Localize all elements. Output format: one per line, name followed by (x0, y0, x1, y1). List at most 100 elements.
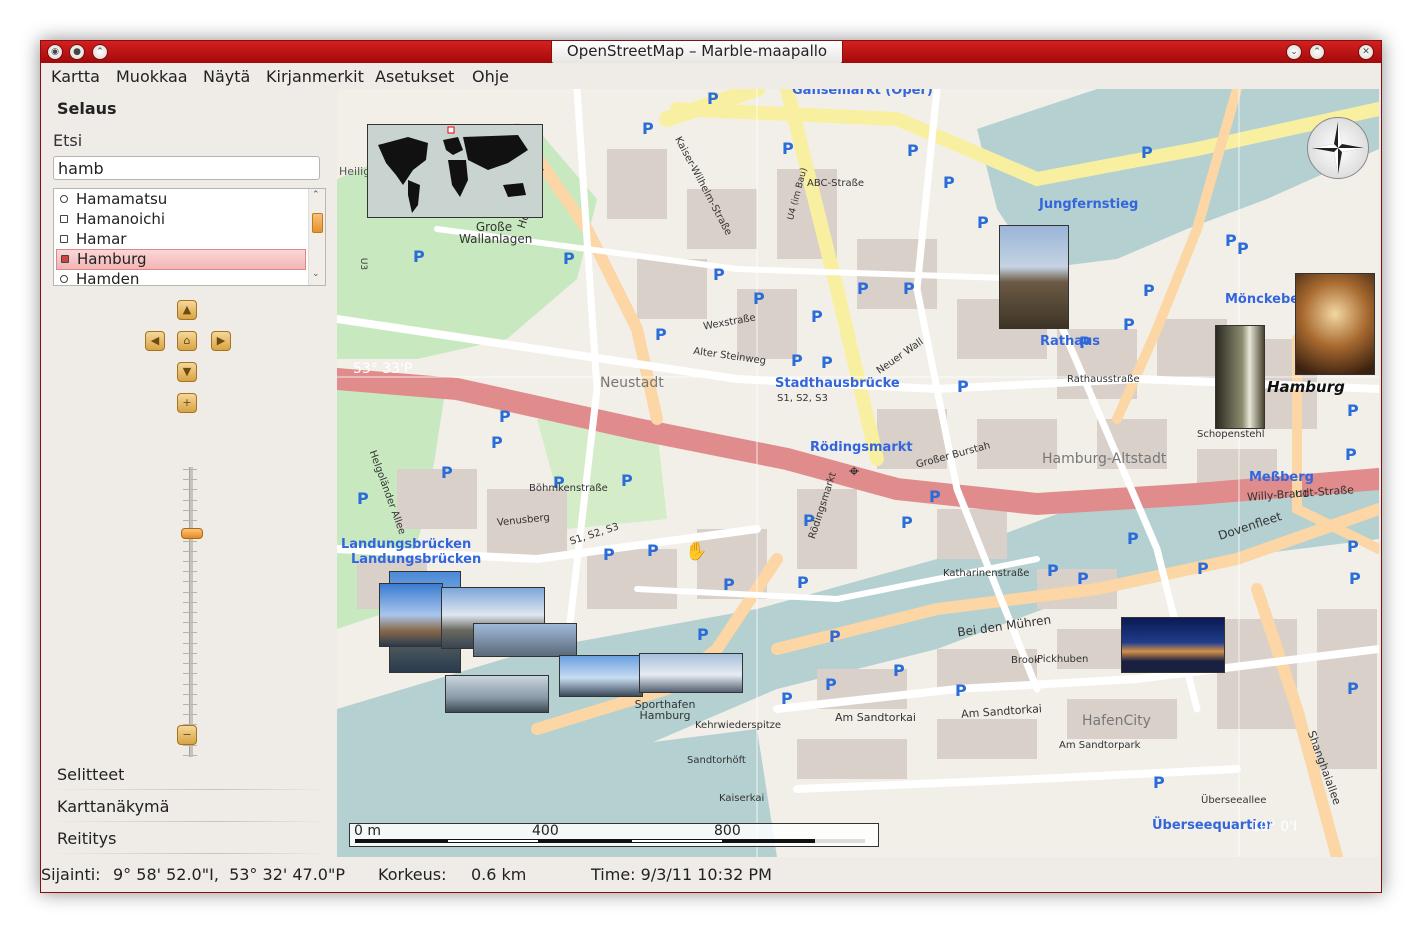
search-results-list[interactable]: Hamamatsu Hamanoichi Hamar Hamburg Hamde… (53, 188, 326, 286)
photo-thumbnail-harbor[interactable] (379, 583, 443, 647)
parking-icon: P (1197, 559, 1209, 578)
parking-icon: P (655, 325, 667, 344)
photo-thumbnail-interior[interactable] (1295, 273, 1375, 375)
parking-icon: P (499, 407, 511, 426)
zoom-out-button[interactable]: − (177, 725, 197, 745)
scale-segment (539, 839, 631, 843)
district-label: Hamburg-Altstadt (1042, 451, 1167, 467)
zoom-slider-handle[interactable] (181, 527, 203, 539)
photo-thumbnail-city-hall[interactable] (999, 225, 1069, 329)
parking-icon: P (907, 141, 919, 160)
parking-icon: P (413, 247, 425, 266)
district-label: Neustadt (600, 375, 664, 391)
maximize-icon[interactable]: ⌃ (1309, 44, 1325, 60)
scale-segment (723, 839, 815, 843)
menu-kirjanmerkit[interactable]: Kirjanmerkit (266, 67, 364, 86)
map-view[interactable]: P P P P P P P P P P P P P P P P P P P P P P P P P P P P P P P P P P P P P P P P… (337, 89, 1379, 857)
zoom-tick (183, 469, 197, 470)
zoom-tick (183, 622, 197, 624)
zoom-tick (183, 755, 197, 756)
zoom-tick (183, 601, 197, 603)
status-bar: Sijainti: 9° 58' 52.0"I, 53° 32' 47.0"P … (41, 859, 1381, 892)
keep-above-icon[interactable]: ● (69, 44, 85, 60)
parking-icon: P (782, 139, 794, 158)
photo-thumbnail-harbor[interactable] (445, 675, 549, 713)
altitude-label: Korkeus: (378, 865, 447, 884)
list-item[interactable]: Hamanoichi (56, 210, 304, 229)
divider (47, 821, 329, 822)
parking-icon: P (825, 675, 837, 694)
place-label: Landungsbrücken (351, 552, 482, 567)
list-item[interactable]: Hamden (56, 270, 304, 285)
window-menu-icon[interactable]: ◉ (47, 44, 63, 60)
chevron-down-icon[interactable]: ⌄ (312, 269, 320, 279)
district-label: HafenCity (1082, 713, 1151, 729)
parking-icon: P (1345, 445, 1357, 464)
shade-icon[interactable]: ⌃ (92, 44, 108, 60)
photo-thumbnail-harbor[interactable] (559, 655, 643, 697)
zoom-tick (183, 479, 197, 481)
longitude-label: 10° 0'I (1251, 819, 1298, 835)
parking-icon: P (797, 573, 809, 592)
pan-left-button[interactable]: ◀ (145, 331, 165, 351)
zoom-in-button[interactable]: + (177, 393, 197, 413)
panel-routing-label: Reititys (57, 829, 117, 848)
photo-thumbnail-harbor[interactable] (473, 623, 577, 657)
zoom-in-icon: + (182, 396, 192, 409)
parking-icon: P (901, 513, 913, 532)
main-window: ◉ ● ⌃ OpenStreetMap – Marble-maapallo ⌄ … (40, 40, 1382, 893)
list-item[interactable]: Hamamatsu (56, 190, 304, 209)
scrollbar-thumb[interactable] (312, 213, 323, 233)
parking-icon: P (563, 249, 575, 268)
position-crosshair-icon: ⌖ (849, 461, 860, 482)
parking-icon: P (603, 545, 615, 564)
divider (47, 853, 329, 854)
search-input[interactable]: hamb (53, 156, 320, 180)
place-label: Rathaus (1040, 334, 1101, 349)
pan-up-button[interactable]: ▲ (177, 300, 197, 320)
zoom-tick (183, 509, 197, 511)
close-icon[interactable]: ✕ (1358, 44, 1374, 60)
photo-thumbnail-speicherstadt[interactable] (1121, 617, 1225, 673)
zoom-tick (183, 632, 197, 634)
scale-label: 800 (714, 823, 741, 839)
location-value: 9° 58' 52.0"I, 53° 32' 47.0"P (113, 865, 345, 884)
parking-icon: P (1237, 239, 1249, 258)
minimize-icon[interactable]: ⌄ (1286, 44, 1302, 60)
parking-icon: P (707, 89, 719, 108)
menu-ohje[interactable]: Ohje (472, 67, 509, 86)
list-item-selected[interactable]: Hamburg (56, 249, 306, 270)
parking-icon: P (357, 489, 369, 508)
arrow-down-icon: ▼ (182, 365, 192, 378)
list-item-label: Hamar (76, 230, 127, 248)
results-scrollbar[interactable]: ⌃ ⌄ (308, 189, 325, 285)
list-item[interactable]: Hamar (56, 230, 304, 249)
parking-icon: P (893, 661, 905, 680)
zoom-tick (183, 520, 197, 522)
menu-nayta[interactable]: Näytä (203, 67, 250, 86)
home-button[interactable]: ⌂ (177, 331, 197, 351)
chevron-up-icon[interactable]: ⌃ (312, 190, 320, 200)
world-overview-minimap[interactable] (367, 124, 543, 218)
street-label: Böhmkenstraße (529, 483, 608, 494)
panel-map-view[interactable]: Karttanäkymä (47, 792, 329, 822)
menu-asetukset[interactable]: Asetukset (375, 67, 454, 86)
parking-icon: P (1047, 561, 1059, 580)
panel-routing[interactable]: Reititys (47, 824, 329, 854)
parking-icon: P (1143, 281, 1155, 300)
zoom-tick (183, 652, 197, 654)
menu-kartta[interactable]: Kartta (51, 67, 100, 86)
section-title: Selaus (57, 99, 117, 118)
list-item-label: Hamamatsu (76, 190, 168, 208)
scale-bar: 0 m 400 800 (349, 823, 879, 847)
photo-thumbnail-sunset[interactable] (1215, 325, 1265, 429)
street-label: Brook (1011, 655, 1040, 666)
altitude-value: 0.6 km (471, 865, 527, 884)
pan-right-button[interactable]: ▶ (211, 331, 231, 351)
parking-icon: P (1225, 231, 1237, 250)
pan-down-button[interactable]: ▼ (177, 362, 197, 382)
photo-thumbnail-harbor[interactable] (639, 653, 743, 693)
menu-muokkaa[interactable]: Muokkaa (116, 67, 188, 86)
panel-legend[interactable]: Selitteet (47, 760, 329, 790)
zoom-tick (183, 571, 197, 573)
